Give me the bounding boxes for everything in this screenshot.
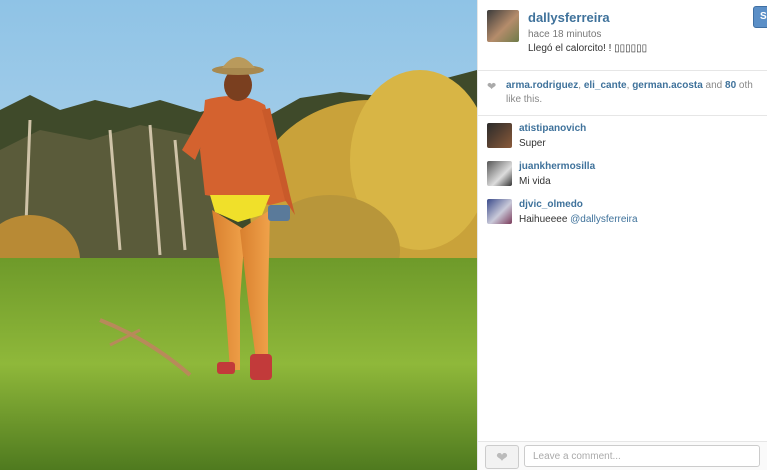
post-username[interactable]: dallysferreira xyxy=(528,10,610,25)
commenter-avatar[interactable] xyxy=(487,123,512,148)
post-timestamp: hace 18 minutos xyxy=(528,29,602,40)
heart-icon: ❤ xyxy=(487,81,497,93)
post-panel: dallysferreira hace 18 minutos Llegó el … xyxy=(477,0,767,470)
likes-summary: ❤ arma.rodriguez, eli_cante, german.acos… xyxy=(478,71,767,116)
comment-text: Mi vida xyxy=(519,176,551,187)
heart-icon: ❤ xyxy=(496,449,508,465)
comment-text: Super xyxy=(519,138,546,149)
comment-input[interactable] xyxy=(524,445,760,467)
post-caption: Llegó el calorcito! ! ▯▯▯▯▯▯ xyxy=(528,43,648,54)
likes-suffix: like this. xyxy=(506,94,543,105)
like-button[interactable]: ❤ xyxy=(485,445,519,469)
comment-username[interactable]: djvic_olmedo xyxy=(519,199,583,210)
mention-link[interactable]: @dallysferreira xyxy=(570,214,637,225)
commenter-avatar[interactable] xyxy=(487,199,512,224)
comment-text: Haihueeee @dallysferreira xyxy=(519,214,638,225)
user-avatar[interactable] xyxy=(487,10,519,42)
likes-line: arma.rodriguez, eli_cante, german.acosta… xyxy=(506,80,753,91)
liker-link[interactable]: eli_cante xyxy=(584,80,627,91)
comment-bar: ❤ xyxy=(478,441,767,470)
follow-button[interactable]: Se xyxy=(753,6,767,28)
likes-count[interactable]: 80 xyxy=(725,80,736,91)
photo-scene xyxy=(0,0,477,470)
post-header: dallysferreira hace 18 minutos Llegó el … xyxy=(478,0,767,71)
liker-link[interactable]: german.acosta xyxy=(632,80,703,91)
comment-username[interactable]: juankhermosilla xyxy=(519,161,595,172)
comment-username[interactable]: atistipanovich xyxy=(519,123,586,134)
liker-link[interactable]: arma.rodriguez xyxy=(506,80,578,91)
commenter-avatar[interactable] xyxy=(487,161,512,186)
post-photo[interactable] xyxy=(0,0,477,470)
